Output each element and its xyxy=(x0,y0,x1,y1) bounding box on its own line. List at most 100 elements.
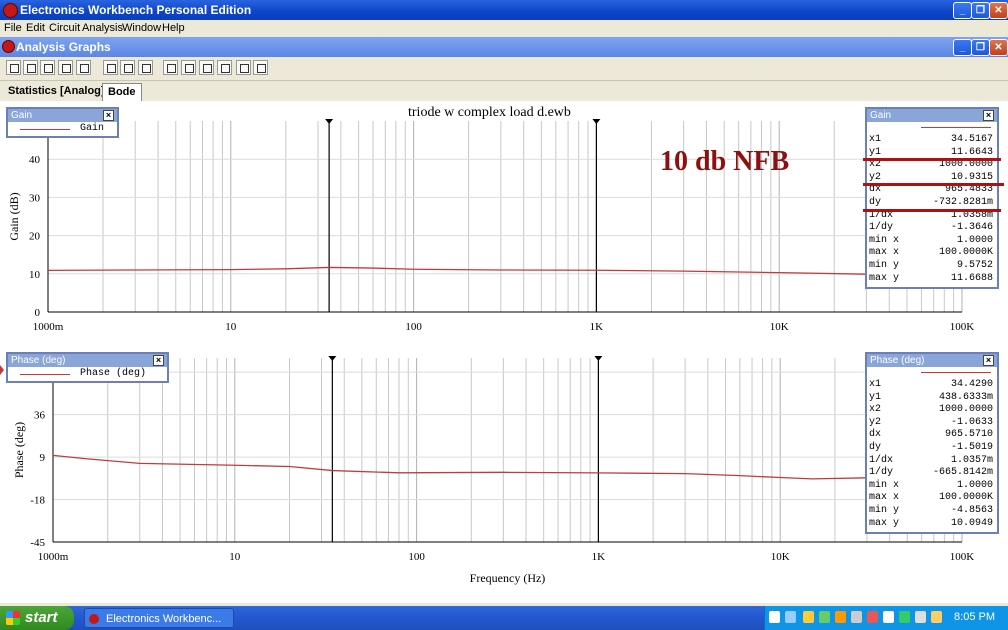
help-icon[interactable] xyxy=(769,611,780,623)
phase-panel-row-value: -4.8563 xyxy=(950,504,993,516)
phase-panel-row-value: -1.5019 xyxy=(950,441,993,453)
cut-icon[interactable] xyxy=(103,60,118,75)
phase-panel-row-key: min x xyxy=(869,479,900,491)
plot-area: 0 10 20 30 40 1000m 10 100 1K 10K 100K Gain (dB) -45… xyxy=(0,101,1008,603)
legend-icon[interactable] xyxy=(199,60,214,75)
gain-y-tick-label: 10 xyxy=(29,269,41,281)
gain-panel-title: Gain xyxy=(870,110,892,121)
taskbar: start Electronics Workbenc... 8:05 PM xyxy=(0,606,1008,630)
print-preview-icon[interactable] xyxy=(76,60,91,75)
phase-y-tick-label: 36 xyxy=(34,410,46,422)
gain-panel-row-key: dy xyxy=(869,196,882,208)
phase-panel-row-key: max y xyxy=(869,517,900,529)
gain-cursor-panel[interactable]: Gain × x1 34.5167 y1 11.6643 x2 1000.0000 y2 10.… xyxy=(865,107,999,289)
phase-y-tick-label: -18 xyxy=(30,495,45,507)
gain-panel-row-value: 9.5752 xyxy=(956,259,993,271)
phase-cursor-panel[interactable]: Phase (deg) × x1 34.4290 y1 438.6333m x2 1000.… xyxy=(865,352,999,534)
phase-panel-row: 1/dx 1.0357m xyxy=(867,455,997,468)
menu-help[interactable]: Help xyxy=(162,22,185,34)
restore-button[interactable]: ❐ xyxy=(971,2,990,19)
open-icon[interactable] xyxy=(23,60,38,75)
gain-panel-row: min y 9.5752 xyxy=(867,260,997,273)
phase-panel-row-key: x2 xyxy=(869,404,882,416)
tray-app-icon-2[interactable] xyxy=(835,611,846,623)
tray-app-icon-4[interactable] xyxy=(867,611,878,623)
zoom-icon[interactable] xyxy=(236,60,251,75)
reverse-colors-icon[interactable] xyxy=(253,60,268,75)
gain-panel-row-key: dx xyxy=(869,184,882,196)
menu-circuit[interactable]: Circuit xyxy=(49,22,80,34)
gain-x-tick-label: 100K xyxy=(950,321,975,333)
phase-legend[interactable]: Phase (deg) × Phase (deg) xyxy=(6,352,169,383)
phase-panel-row-key: min y xyxy=(869,504,900,516)
gain-legend-close-icon[interactable]: × xyxy=(103,110,114,121)
toggle-grid-icon[interactable] xyxy=(163,60,178,75)
menu-edit[interactable]: Edit xyxy=(26,22,45,34)
phase-panel-row: x1 34.4290 xyxy=(867,379,997,392)
gain-legend-title: Gain xyxy=(11,110,33,121)
copy-icon[interactable] xyxy=(120,60,135,75)
new-icon[interactable] xyxy=(6,60,21,75)
phase-panel-row-value: 965.5710 xyxy=(944,429,993,441)
gain-cursor-handle-1 xyxy=(325,119,334,124)
phase-panel-row-key: 1/dx xyxy=(869,454,894,466)
window-title-bar[interactable]: Electronics Workbench Personal Edition _… xyxy=(0,0,1008,20)
gain-panel-row: x1 34.5167 xyxy=(867,134,997,147)
phase-cursor-handle-2 xyxy=(594,356,603,361)
gain-y-tick-label: 30 xyxy=(29,192,41,204)
print-icon[interactable] xyxy=(58,60,73,75)
close-button[interactable]: ✕ xyxy=(989,2,1008,19)
gain-panel-row-key: max y xyxy=(869,272,900,284)
phase-x-tick-label: 1000m xyxy=(38,551,69,563)
gain-legend[interactable]: Gain × Gain xyxy=(6,107,119,138)
shield-icon[interactable] xyxy=(803,611,814,623)
sub-restore-button[interactable]: ❐ xyxy=(971,39,990,56)
phase-panel-row-key: x1 xyxy=(869,379,882,390)
gain-panel-row-key: min y xyxy=(869,259,900,271)
tray-app-icon-3[interactable] xyxy=(851,611,862,623)
tray-app-icon-7[interactable] xyxy=(931,611,942,623)
phase-panel-row-key: dy xyxy=(869,441,882,453)
gain-y-axis-label: Gain (dB) xyxy=(7,192,21,240)
phase-panel-row: max y 10.0949 xyxy=(867,518,997,531)
minimize-button[interactable]: _ xyxy=(953,2,972,19)
phase-cursor-handle-1 xyxy=(328,356,337,361)
app-task-icon xyxy=(89,614,99,624)
paste-icon[interactable] xyxy=(138,60,153,75)
menu-file[interactable]: File xyxy=(4,22,22,34)
gain-panel-row: dy -732.8281m xyxy=(867,197,997,210)
analysis-graphs-title-bar[interactable]: Analysis Graphs _ ❐ ✕ xyxy=(0,37,1008,57)
phase-x-tick-label: 100 xyxy=(408,551,425,563)
phase-panel-row: y2 -1.0633 xyxy=(867,417,997,430)
tray-app-icon-1[interactable] xyxy=(819,611,830,623)
toolbar xyxy=(0,58,1008,81)
volume-icon[interactable] xyxy=(915,611,926,623)
tray-app-icon-6[interactable] xyxy=(899,611,910,623)
red-underline-2 xyxy=(863,183,1004,186)
sub-close-button[interactable]: ✕ xyxy=(989,39,1008,56)
phase-x-tick-label: 10K xyxy=(771,551,790,563)
menu-analysis[interactable]: Analysis xyxy=(82,22,123,34)
app-icon[interactable] xyxy=(3,3,18,18)
tray-app-icon-5[interactable] xyxy=(883,611,894,623)
network-icon[interactable] xyxy=(785,611,796,623)
gain-panel-row-key: x1 xyxy=(869,134,882,145)
phase-panel-row: dx 965.5710 xyxy=(867,429,997,442)
tab-bode[interactable]: Bode xyxy=(102,83,142,101)
start-button[interactable]: start xyxy=(0,606,74,630)
taskbar-app-button[interactable]: Electronics Workbenc... xyxy=(84,608,234,628)
red-underline-1 xyxy=(863,158,1001,161)
grid-icon[interactable] xyxy=(181,60,196,75)
phase-panel-row-value: 1.0357m xyxy=(950,454,993,466)
gain-panel-row-value: 11.6688 xyxy=(950,272,993,284)
menu-window[interactable]: Window xyxy=(122,22,161,34)
save-icon[interactable] xyxy=(40,60,55,75)
sub-minimize-button[interactable]: _ xyxy=(953,39,972,56)
phase-panel-close-icon[interactable]: × xyxy=(983,355,994,366)
gain-x-tick-label: 10K xyxy=(770,321,789,333)
tab-statistics-analog[interactable]: Statistics [Analog] xyxy=(3,83,110,100)
gain-panel-close-icon[interactable]: × xyxy=(983,110,994,121)
gain-panel-row-key: x2 xyxy=(869,159,882,171)
phase-legend-close-icon[interactable]: × xyxy=(153,355,164,366)
cursors-icon[interactable] xyxy=(217,60,232,75)
